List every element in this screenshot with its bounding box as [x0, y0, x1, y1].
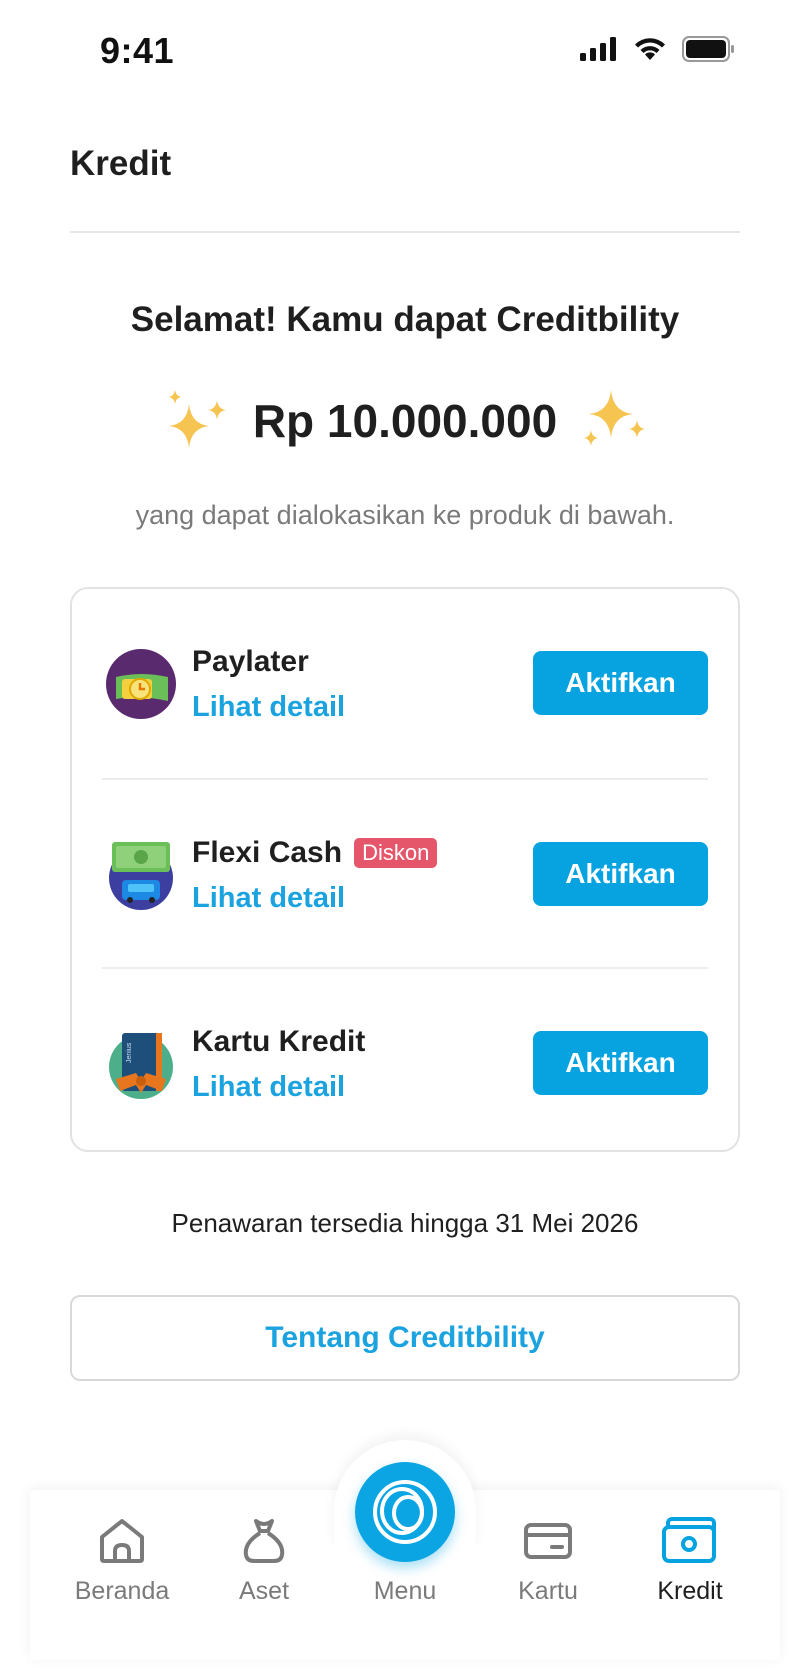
product-row-credit-card: Jenius Kartu Kredit Lihat detail Aktifka… — [102, 967, 708, 1156]
paylater-activate-button[interactable]: Aktifkan — [533, 651, 708, 715]
home-icon — [100, 1519, 144, 1563]
product-name: Kartu Kredit — [192, 1025, 365, 1059]
about-creditbility-button[interactable]: Tentang Creditbility — [70, 1295, 740, 1381]
sparkle-right-icon — [584, 390, 646, 446]
credit-amount: Rp 10.000.000 — [252, 395, 558, 447]
page-header: Kredit — [70, 100, 740, 233]
product-row-paylater: Paylater Lihat detail Aktifkan — [102, 589, 708, 778]
paylater-icon — [106, 649, 176, 719]
paylater-detail-link[interactable]: Lihat detail — [192, 691, 345, 724]
money-bag-icon — [243, 1519, 285, 1563]
product-name-text: Kartu Kredit — [192, 1025, 366, 1058]
nav-label: Kredit — [657, 1577, 723, 1605]
credit-card-detail-link[interactable]: Lihat detail — [192, 1071, 345, 1104]
hero-subtitle: yang dapat dialokasikan ke produk di baw… — [135, 500, 675, 530]
hero-title: Selamat! Kamu dapat Creditbility — [130, 300, 680, 339]
nav-item-aset[interactable]: Aset — [193, 1515, 335, 1606]
nav-item-beranda[interactable]: Beranda — [51, 1515, 193, 1606]
page-title: Kredit — [70, 144, 172, 183]
discount-badge: Diskon — [354, 838, 438, 868]
status-bar: 9:41 — [0, 0, 810, 100]
nav-label: Aset — [238, 1577, 290, 1605]
card-icon — [524, 1523, 572, 1559]
product-name-text: Flexi Cash — [192, 836, 343, 869]
product-list-card: Paylater Lihat detail Aktifkan Flexi Cas… — [70, 587, 740, 1152]
status-time: 9:41 — [100, 30, 175, 71]
nav-item-kredit[interactable]: Kredit — [619, 1515, 761, 1606]
product-row-flexi-cash: Flexi Cash Diskon Lihat detail Aktifkan — [102, 778, 708, 967]
nav-label: Beranda — [74, 1577, 170, 1605]
credit-card-icon: Jenius — [109, 1033, 173, 1099]
wifi-icon — [635, 38, 665, 60]
credit-icon — [662, 1517, 716, 1563]
status-icons — [580, 36, 736, 62]
signal-icon — [580, 37, 616, 61]
product-name: Flexi Cash Diskon — [192, 836, 438, 870]
offer-expiry-note: Penawaran tersedia hingga 31 Mei 2026 — [171, 1208, 639, 1238]
flexi-cash-detail-link[interactable]: Lihat detail — [192, 882, 345, 915]
flexi-cash-icon — [109, 842, 173, 910]
sparkle-left-icon — [168, 390, 226, 448]
battery-icon — [682, 36, 734, 62]
nav-label: Kartu — [518, 1577, 578, 1605]
product-name: Paylater — [192, 645, 309, 679]
flexi-cash-activate-button[interactable]: Aktifkan — [533, 842, 708, 906]
nav-item-kartu[interactable]: Kartu — [477, 1515, 619, 1606]
card-brand-text: Jenius — [126, 1042, 133, 1063]
product-name-text: Paylater — [192, 645, 309, 678]
nav-menu-button[interactable] — [355, 1462, 455, 1562]
credit-card-activate-button[interactable]: Aktifkan — [533, 1031, 708, 1095]
nav-label-menu: Menu — [373, 1577, 437, 1605]
menu-logo-icon — [373, 1480, 437, 1544]
credit-amount-row: Rp 10.000.000 — [0, 386, 810, 456]
